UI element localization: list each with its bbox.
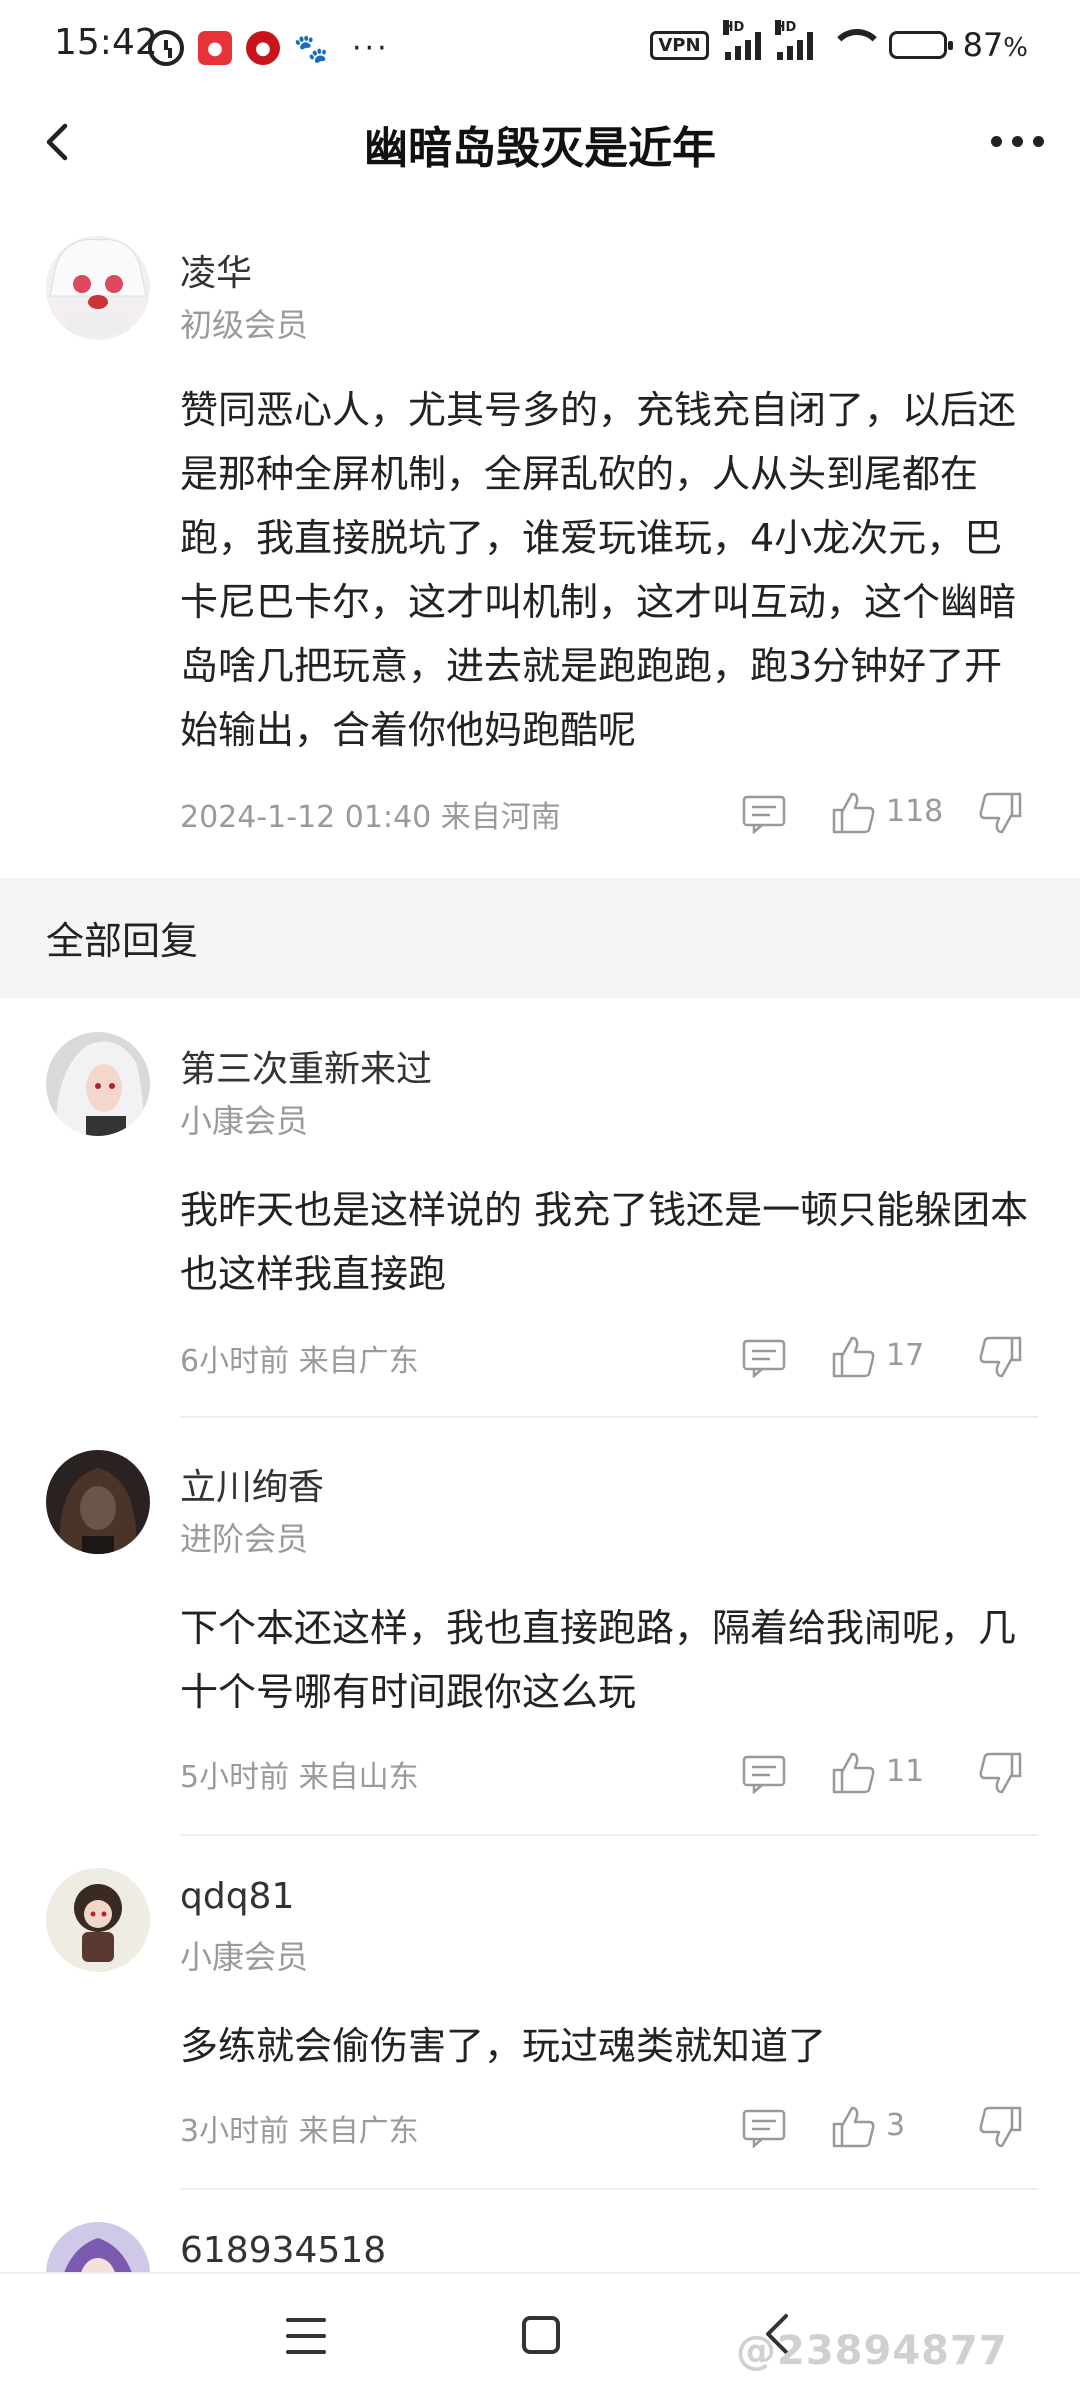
member-level: 初级会员 [180,306,309,344]
avatar[interactable] [46,236,150,340]
comment-text: 下个本还这样，我也直接跑路，隔着给我闹呢，几十个号哪有时间跟你这么玩 [180,1606,1017,1714]
comment-meta: 2024-1-12 01:40 来自河南 [180,800,561,835]
thumbs-up-icon[interactable] [830,2104,876,2150]
username[interactable]: 618934518 [180,2230,386,2271]
more-notifications-icon: ··· [352,30,390,66]
like-count: 3 [886,2108,906,2143]
avatar[interactable] [46,1450,150,1554]
vpn-icon: VPN [650,30,709,60]
divider [180,1834,1038,1836]
wifi-icon [828,29,885,61]
baidu-paw-icon: 🐾 [293,31,329,65]
comment-actions: 17 [680,1328,1080,1388]
username[interactable]: 凌华 [180,244,252,296]
thumbs-up-icon[interactable] [830,1334,876,1380]
avatar[interactable] [46,1868,150,1972]
comment-icon[interactable] [742,794,786,834]
like-count: 17 [886,1338,925,1373]
member-level: 进阶会员 [180,1520,309,1558]
thumbs-down-icon[interactable] [978,1750,1024,1796]
username[interactable]: 立川绚香 [180,1458,324,1510]
comment-actions: 11 [680,1744,1080,1804]
all-replies-header: 全部回复 [0,878,1080,998]
comment-text: 我昨天也是这样说的 我充了钱还是一顿只能躲团本也这样我直接跑 [180,1188,1029,1296]
recents-button[interactable] [286,2318,326,2354]
app-notification-icon-2: ● [246,31,280,65]
thumbs-down-icon[interactable] [978,790,1024,836]
member-level: 小康会员 [180,1102,309,1140]
comment-text: 赞同恶心人，尤其号多的，充钱充自闭了，以后还是那种全屏机制，全屏乱砍的，人从头到… [180,388,1017,752]
comment-actions: 3 [680,2098,1080,2158]
home-button[interactable] [522,2316,560,2354]
comment-meta: 6小时前 来自广东 [180,1344,419,1379]
divider [180,1416,1038,1418]
more-button[interactable] [982,116,1052,166]
battery-percent: 87% [962,26,1028,64]
section-title: 全部回复 [46,919,199,963]
more-dots-icon [990,135,1002,147]
thumbs-down-icon[interactable] [978,2104,1024,2150]
thumbs-up-icon[interactable] [830,790,876,836]
alarm-icon [148,30,184,66]
notification-icons: ● ● 🐾 ··· [148,30,390,66]
system-indicators: VPN HD HD 87% [650,20,1028,64]
status-bar: 15:42 ● ● 🐾 ··· VPN HD HD 87% [0,0,1080,96]
username[interactable]: qdq81 [180,1876,294,1917]
signal-icon-2: HD [774,20,813,60]
thumbs-up-icon[interactable] [830,1750,876,1796]
divider [180,2188,1038,2190]
status-time: 15:42 [54,22,158,63]
comment-icon[interactable] [742,1338,786,1378]
comment-text: 多练就会偷伤害了，玩过魂类就知道了 [180,2024,827,2068]
signal-icon: HD [722,20,761,60]
member-level: 小康会员 [180,1938,309,1976]
thumbs-down-icon[interactable] [978,1334,1024,1380]
like-count: 11 [886,1754,925,1789]
username[interactable]: 第三次重新来过 [180,1040,432,1092]
comment-meta: 3小时前 来自广东 [180,2114,419,2149]
comment-actions: 118 [680,784,1080,844]
page-title: 幽暗岛毁灭是近年 [364,123,716,174]
comment-icon[interactable] [742,1754,786,1794]
comment-meta: 5小时前 来自山东 [180,1760,419,1795]
top-app-bar: 幽暗岛毁灭是近年 [0,96,1080,188]
avatar[interactable] [46,1032,150,1136]
app-notification-icon: ● [198,31,232,65]
like-count: 118 [886,794,944,829]
system-navigation-bar: @23894877 [0,2272,1080,2400]
comment-icon[interactable] [742,2108,786,2148]
watermark: @23894877 [736,2328,1008,2374]
battery-icon [888,31,953,59]
